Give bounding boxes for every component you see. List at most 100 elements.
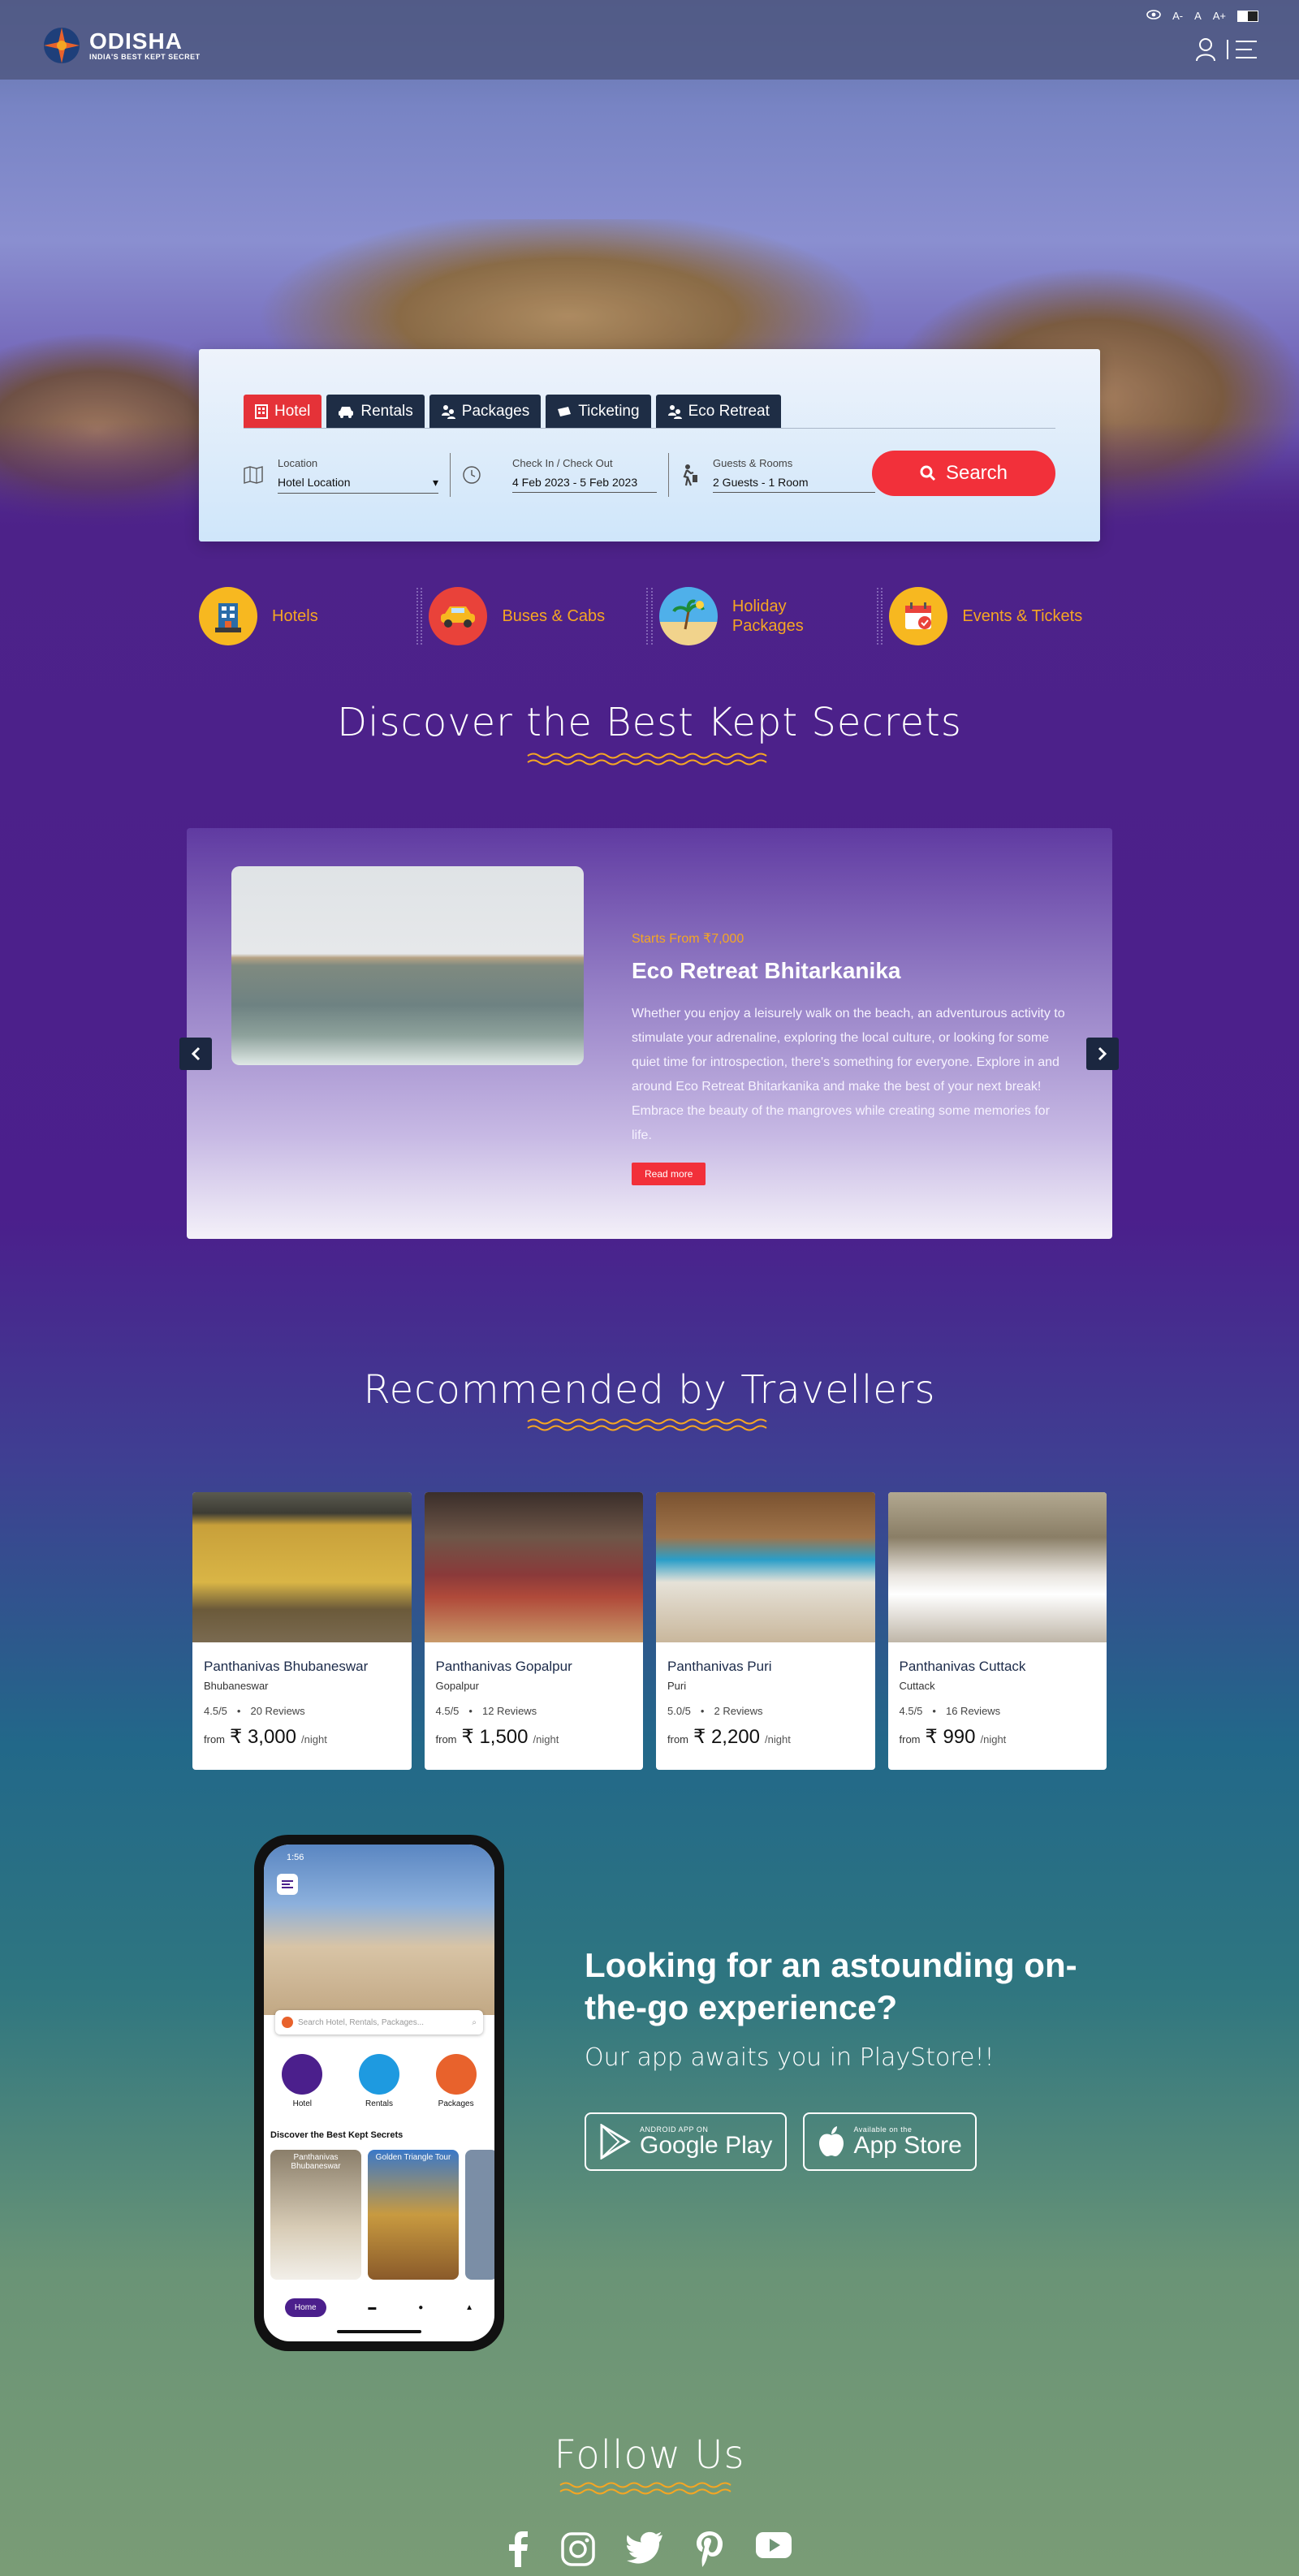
read-more-button[interactable]: Read more bbox=[632, 1163, 706, 1185]
hotel-card[interactable]: Panthanivas Bhubaneswar Bhubaneswar 4.5/… bbox=[192, 1492, 412, 1770]
pinterest-icon[interactable] bbox=[695, 2531, 724, 2571]
phone-mockup: 1:56 Search Hotel, Rentals, Packages... … bbox=[254, 1835, 504, 2351]
slide-description: Whether you enjoy a leisurely walk on th… bbox=[632, 1007, 1065, 1142]
logo-tagline: INDIA'S BEST KEPT SECRET bbox=[89, 53, 201, 61]
phone-logo-icon bbox=[282, 2017, 293, 2028]
google-play-button[interactable]: ANDROID APP ON Google Play bbox=[585, 2112, 788, 2171]
app-promo: Looking for an astounding on-the-go expe… bbox=[585, 1944, 1104, 2171]
font-increase-button[interactable]: A+ bbox=[1213, 10, 1226, 22]
apple-icon bbox=[819, 2126, 844, 2156]
font-decrease-button[interactable]: A- bbox=[1172, 10, 1183, 22]
menu-icon[interactable] bbox=[1226, 38, 1258, 65]
slide-price: Starts From ₹7,000 bbox=[632, 932, 744, 946]
tab-eco-retreat[interactable]: Eco Retreat bbox=[655, 395, 781, 429]
hotel-building-icon bbox=[199, 587, 257, 645]
hotel-name: Panthanivas Cuttack bbox=[899, 1659, 1026, 1674]
category-buses-cabs[interactable]: Buses & Cabs bbox=[429, 587, 640, 645]
twitter-icon[interactable] bbox=[627, 2531, 664, 2571]
phone-tile: Golden Triangle Tour bbox=[368, 2150, 459, 2280]
hotel-reviews: 20 Reviews bbox=[250, 1705, 305, 1717]
hotel-image bbox=[192, 1492, 412, 1642]
title-underline bbox=[527, 1418, 767, 1431]
phone-tile: Panthanivas Bhubaneswar bbox=[270, 2150, 361, 2280]
hotel-rating: 4.5/5 bbox=[899, 1705, 923, 1717]
guests-input[interactable]: 2 Guests - 1 Room bbox=[713, 472, 875, 493]
hotel-rating: 5.0/5 bbox=[667, 1705, 691, 1717]
dates-input[interactable]: 4 Feb 2023 - 5 Feb 2023 bbox=[512, 472, 657, 493]
search-icon bbox=[920, 465, 936, 481]
tab-hotel[interactable]: Hotel bbox=[244, 395, 322, 429]
hotel-image bbox=[424, 1492, 643, 1642]
category-hotels[interactable]: Hotels bbox=[199, 587, 410, 645]
contrast-toggle[interactable] bbox=[1237, 10, 1258, 22]
phone-section-title: Discover the Best Kept Secrets bbox=[270, 2130, 404, 2140]
packages-icon bbox=[435, 2054, 477, 2095]
phone-hero-image bbox=[264, 1845, 494, 2015]
hotel-name: Panthanivas Gopalpur bbox=[435, 1659, 572, 1674]
youtube-icon[interactable] bbox=[755, 2531, 792, 2571]
tab-packages[interactable]: Packages bbox=[429, 395, 542, 429]
hotel-name: Panthanivas Bhubaneswar bbox=[204, 1659, 369, 1674]
app-store-button[interactable]: Available on the App Store bbox=[803, 2112, 977, 2171]
accessibility-controls: A- A A+ bbox=[1146, 10, 1258, 22]
hotel-price: ₹ 1,500 bbox=[461, 1726, 529, 1748]
hotel-name: Panthanivas Puri bbox=[667, 1659, 772, 1674]
odisha-logo-icon bbox=[41, 24, 83, 67]
hotel-price: ₹ 990 bbox=[925, 1726, 976, 1748]
guests-label: Guests & Rooms bbox=[713, 457, 793, 469]
social-links bbox=[0, 2531, 1299, 2571]
hotel-card[interactable]: Panthanivas Cuttack Cuttack 4.5/5 • 16 Rev… bbox=[887, 1492, 1107, 1770]
bell-icon: ▲ bbox=[465, 2302, 474, 2312]
car-icon bbox=[429, 587, 488, 645]
tab-ticketing[interactable]: Ticketing bbox=[546, 395, 651, 429]
hotel-price: ₹ 2,200 bbox=[693, 1726, 760, 1748]
font-normal-button[interactable]: A bbox=[1194, 10, 1202, 22]
location-field[interactable]: Location Hotel Location ▾ bbox=[244, 451, 438, 499]
eye-icon[interactable] bbox=[1146, 10, 1161, 22]
cart-icon: ▬ bbox=[368, 2302, 377, 2312]
site-logo[interactable]: ODISHA INDIA'S BEST KEPT SECRET bbox=[41, 24, 201, 67]
hotel-price: ₹ 3,000 bbox=[230, 1726, 296, 1748]
slide-image bbox=[231, 866, 584, 1065]
logo-name: ODISHA bbox=[89, 28, 183, 54]
recommended-title: Recommended by Travellers bbox=[363, 1367, 936, 1413]
hotel-card[interactable]: Panthanivas Gopalpur Gopalpur 4.5/5 • 12 R… bbox=[424, 1492, 643, 1770]
dates-label: Check In / Check Out bbox=[512, 457, 613, 469]
slider-next-button[interactable] bbox=[1086, 1038, 1119, 1070]
phone-search-bar: Search Hotel, Rentals, Packages... ⌕ bbox=[275, 2010, 483, 2034]
follow-title: Follow Us bbox=[554, 2432, 745, 2478]
hotel-icon bbox=[255, 404, 268, 419]
hotel-reviews: 16 Reviews bbox=[945, 1705, 1001, 1717]
destination-slider: Starts From ₹7,000 Eco Retreat Bhitarkan… bbox=[187, 828, 1112, 1239]
user-icon[interactable] bbox=[1195, 37, 1216, 66]
hotel-rating: 4.5/5 bbox=[435, 1705, 460, 1717]
category-holiday-packages[interactable]: Holiday Packages bbox=[658, 587, 870, 645]
location-select[interactable]: Hotel Location bbox=[278, 476, 351, 490]
ticket-icon bbox=[558, 407, 572, 416]
dates-field[interactable]: Check In / Check Out 4 Feb 2023 - 5 Feb … bbox=[462, 451, 657, 499]
tab-rentals[interactable]: Rentals bbox=[326, 395, 425, 429]
guests-field[interactable]: Guests & Rooms 2 Guests - 1 Room bbox=[680, 451, 875, 499]
category-strip: Hotels Buses & Cabs Holiday Packages Eve… bbox=[199, 586, 1100, 646]
slider-prev-button[interactable] bbox=[179, 1038, 212, 1070]
car-icon bbox=[339, 407, 354, 418]
map-icon bbox=[244, 466, 263, 484]
chevron-right-icon bbox=[1098, 1046, 1107, 1061]
chevron-left-icon bbox=[191, 1046, 201, 1061]
hotel-card[interactable]: Panthanivas Puri Puri 5.0/5 • 2 Reviews fr… bbox=[656, 1492, 875, 1770]
category-events-tickets[interactable]: Events & Tickets bbox=[889, 587, 1100, 645]
car-icon bbox=[358, 2054, 399, 2095]
hotel-cards: Panthanivas Bhubaneswar Bhubaneswar 4.5/… bbox=[192, 1492, 1107, 1770]
search-tabs: Hotel Rentals Packages Ticketing Eco Ret… bbox=[244, 395, 781, 429]
hotel-image bbox=[656, 1492, 875, 1642]
instagram-icon[interactable] bbox=[560, 2531, 596, 2571]
search-button[interactable]: Search bbox=[872, 451, 1055, 496]
top-navigation-bar: ODISHA INDIA'S BEST KEPT SECRET A- A A+ bbox=[0, 0, 1299, 80]
search-widget: Hotel Rentals Packages Ticketing Eco Ret… bbox=[199, 349, 1100, 542]
facebook-icon[interactable] bbox=[507, 2531, 529, 2571]
phone-quick-icons: Hotel Rentals Packages bbox=[264, 2054, 494, 2108]
google-play-icon bbox=[600, 2124, 631, 2160]
user-icon: ● bbox=[418, 2302, 424, 2312]
phone-time: 1:56 bbox=[287, 1853, 304, 1862]
hotel-city: Bhubaneswar bbox=[204, 1680, 269, 1692]
